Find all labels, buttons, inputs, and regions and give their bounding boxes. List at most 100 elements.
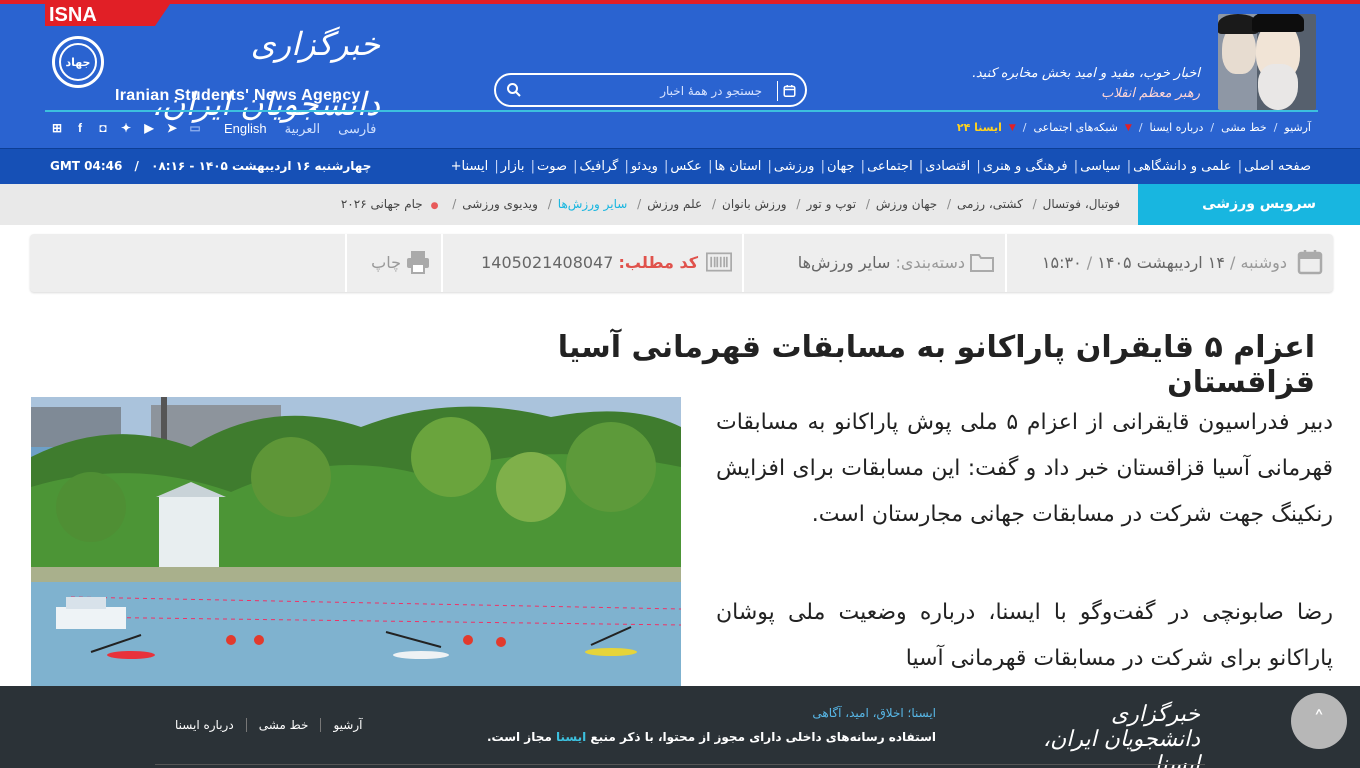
article-lead: دبیر فدراسیون قایقرانی از اعزام ۵ ملی پو…: [716, 410, 1333, 527]
nav-item-economy[interactable]: اقتصادی: [925, 159, 970, 174]
sports-service-title[interactable]: سرویس ورزشی: [1138, 184, 1360, 225]
subnav-item-ball-net[interactable]: توپ و تور: [806, 197, 856, 211]
subnav-item-sport-science[interactable]: علم ورزش: [647, 197, 702, 211]
code-label: کد مطلب:: [618, 253, 698, 272]
kayak-race-image: [31, 397, 681, 687]
copy-highlight: ایسنا: [555, 730, 587, 744]
youtube-icon[interactable]: ▶: [142, 121, 156, 135]
site-footer: خبرگزاری دانشجویان ایران، ایسنا ایسنا؛ ا…: [0, 686, 1360, 768]
nav-item-science[interactable]: علمی و دانشگاهی: [1133, 159, 1231, 174]
print-button[interactable]: چاپ: [345, 234, 441, 292]
nav-item-provinces[interactable]: استان ها: [714, 159, 761, 174]
footer-copyright: استفاده رسانه‌های داخلی دارای مجوز از مح…: [487, 730, 936, 744]
bale-icon[interactable]: ⊞: [50, 121, 64, 135]
page: ISNA جهاد خبرگزاری دانشجویان ایران، ایسن…: [0, 0, 1360, 768]
nav-item-sports[interactable]: ورزشی: [774, 159, 815, 174]
category-label: دسته‌بندی:: [895, 253, 965, 272]
print-label[interactable]: چاپ: [371, 253, 401, 272]
folder-icon: [970, 254, 994, 272]
top-link-isna24[interactable]: ایسنا ۲۴: [957, 121, 1002, 134]
article-info-bar: دوشنبه / ۱۴ اردیبهشت ۱۴۰۵ / ۱۵:۳۰ دسته‌ب…: [30, 234, 1333, 292]
persian-datetime: چهارشنبه ۱۶ اردیبهشت ۱۴۰۵ - ۰۸:۱۶: [151, 159, 372, 173]
current-datetime: GMT 04:46 / چهارشنبه ۱۶ اردیبهشت ۱۴۰۵ - …: [50, 159, 372, 173]
article-time: ۱۵:۳۰: [1041, 253, 1082, 272]
top-link-social[interactable]: شبکه‌های اجتماعی: [1034, 121, 1118, 134]
calendar-icon[interactable]: [777, 81, 797, 101]
telegram-icon[interactable]: ➤: [165, 121, 179, 135]
article-date: دوشنبه / ۱۴ اردیبهشت ۱۴۰۵ / ۱۵:۳۰: [1005, 234, 1333, 292]
nav-item-culture[interactable]: فرهنگی و هنری: [983, 159, 1068, 174]
twitter-icon[interactable]: ✦: [119, 121, 133, 135]
top-links: آرشیو / خط مشی / درباره ایسنا / ▼ شبکه‌ه…: [956, 121, 1311, 134]
logo-english[interactable]: Iranian Students' News Agency: [115, 87, 361, 105]
subnav-item-football[interactable]: فوتبال، فوتسال: [1043, 197, 1120, 211]
nav-item-politics[interactable]: سیاسی: [1080, 159, 1121, 174]
article-date-value: ۱۴ اردیبهشت ۱۴۰۵: [1097, 253, 1225, 272]
subnav-item-world-cup[interactable]: جام جهانی ۲۰۲۶: [341, 197, 423, 211]
calendar-icon: [1297, 250, 1323, 275]
footer-tagline: ایسنا؛ اخلاق، امید، آگاهی: [812, 706, 936, 720]
nav-item-home[interactable]: صفحه اصلی: [1244, 159, 1311, 174]
seal-text: جهاد: [65, 55, 91, 69]
footer-divider: [155, 764, 1205, 765]
code-value: 1405021408047: [481, 253, 614, 272]
nav-item-world[interactable]: جهان: [827, 159, 855, 174]
facebook-icon[interactable]: f: [73, 121, 87, 135]
instagram-icon[interactable]: ◘: [96, 121, 110, 135]
search-box: [494, 73, 807, 107]
barcode-icon: [706, 252, 732, 272]
leaders-portrait: [1218, 14, 1316, 110]
subnav-item-wrestling[interactable]: کشتی، رزمی: [957, 197, 1023, 211]
nav-items: صفحه اصلی| علمی و دانشگاهی| سیاسی| فرهنگ…: [450, 159, 1311, 174]
top-link-policy[interactable]: خط مشی: [1221, 121, 1267, 134]
header-divider: [45, 110, 1318, 112]
scroll-to-top-button[interactable]: ˄: [1291, 693, 1347, 749]
main-nav: صفحه اصلی| علمی و دانشگاهی| سیاسی| فرهنگ…: [0, 148, 1360, 184]
nav-item-audio[interactable]: صوت: [537, 159, 567, 174]
article-title: اعزام ۵ قایقران پاراکانو به مسابقات قهرم…: [557, 330, 1315, 400]
footer-links: آرشیو خط مشی درباره ایسنا: [163, 718, 374, 732]
lang-arabic[interactable]: العربية: [285, 121, 321, 137]
footer-link-archive[interactable]: آرشیو: [320, 718, 374, 732]
social-links: ⊞ f ◘ ✦ ▶ ➤ ▭: [50, 121, 202, 135]
gmt-time: GMT 04:46: [50, 159, 123, 173]
leader-slogan: اخبار خوب، مفید و امید بخش مخابره کنید. …: [970, 64, 1200, 104]
lang-persian[interactable]: فارسی: [338, 121, 376, 137]
tv-icon[interactable]: ▭: [188, 121, 202, 135]
footer-link-about[interactable]: درباره ایسنا: [163, 718, 246, 732]
subnav-item-sport-video[interactable]: ویدیوی ورزشی: [462, 197, 538, 211]
nav-item-photo[interactable]: عکس: [670, 159, 702, 174]
top-red-line: [0, 0, 1360, 4]
article-code: کد مطلب: 1405021408047: [441, 234, 742, 292]
search-input[interactable]: [532, 80, 762, 102]
lang-english[interactable]: English: [224, 121, 267, 137]
article-photo: [31, 397, 681, 687]
nav-item-market[interactable]: بازار: [501, 159, 525, 174]
search-icon[interactable]: [506, 82, 522, 98]
sports-subnav: سرویس ورزشی فوتبال، فوتسال/ کشتی، رزمی/ …: [0, 184, 1360, 225]
seal-logo-icon[interactable]: جهاد: [52, 36, 104, 88]
top-link-archive[interactable]: آرشیو: [1284, 121, 1311, 134]
slogan-line-1: اخبار خوب، مفید و امید بخش مخابره کنید.: [971, 66, 1200, 81]
logo-persian[interactable]: خبرگزاری دانشجویان ایران، ایسنا: [115, 14, 380, 183]
footer-link-policy[interactable]: خط مشی: [245, 718, 321, 732]
article-paragraph: رضا صابونچی در گفت‌وگو با ایسنا، درباره …: [716, 600, 1333, 671]
copy-text-after: مجاز است.: [486, 730, 556, 744]
category-value[interactable]: سایر ورزش‌ها: [798, 253, 891, 272]
copy-text-before: استفاده رسانه‌های داخلی دارای مجوز از مح…: [586, 730, 936, 744]
nav-item-video[interactable]: ویدئو: [631, 159, 658, 174]
site-header: ISNA جهاد خبرگزاری دانشجویان ایران، ایسن…: [0, 0, 1360, 183]
subnav-item-other-sports[interactable]: سایر ورزش‌ها: [558, 197, 628, 211]
printer-icon[interactable]: [405, 249, 431, 275]
subnav-item-women[interactable]: ورزش بانوان: [722, 197, 787, 211]
article-category: دسته‌بندی: سایر ورزش‌ها: [742, 234, 1005, 292]
nav-item-isna-plus[interactable]: ایسنا+: [451, 159, 489, 174]
subnav-items: فوتبال، فوتسال/ کشتی، رزمی/ جهان ورزش/ ت…: [340, 197, 1120, 211]
nav-item-social[interactable]: اجتماعی: [867, 159, 913, 174]
language-switcher: English العربية فارسی: [224, 121, 376, 137]
nav-item-graphic[interactable]: گرافیک: [580, 159, 619, 174]
top-link-about[interactable]: درباره ایسنا: [1150, 121, 1204, 134]
footer-logo[interactable]: خبرگزاری دانشجویان ایران، ایسنا: [1020, 702, 1200, 768]
article-day: دوشنبه: [1240, 253, 1288, 272]
subnav-item-world-sport[interactable]: جهان ورزش: [876, 197, 937, 211]
